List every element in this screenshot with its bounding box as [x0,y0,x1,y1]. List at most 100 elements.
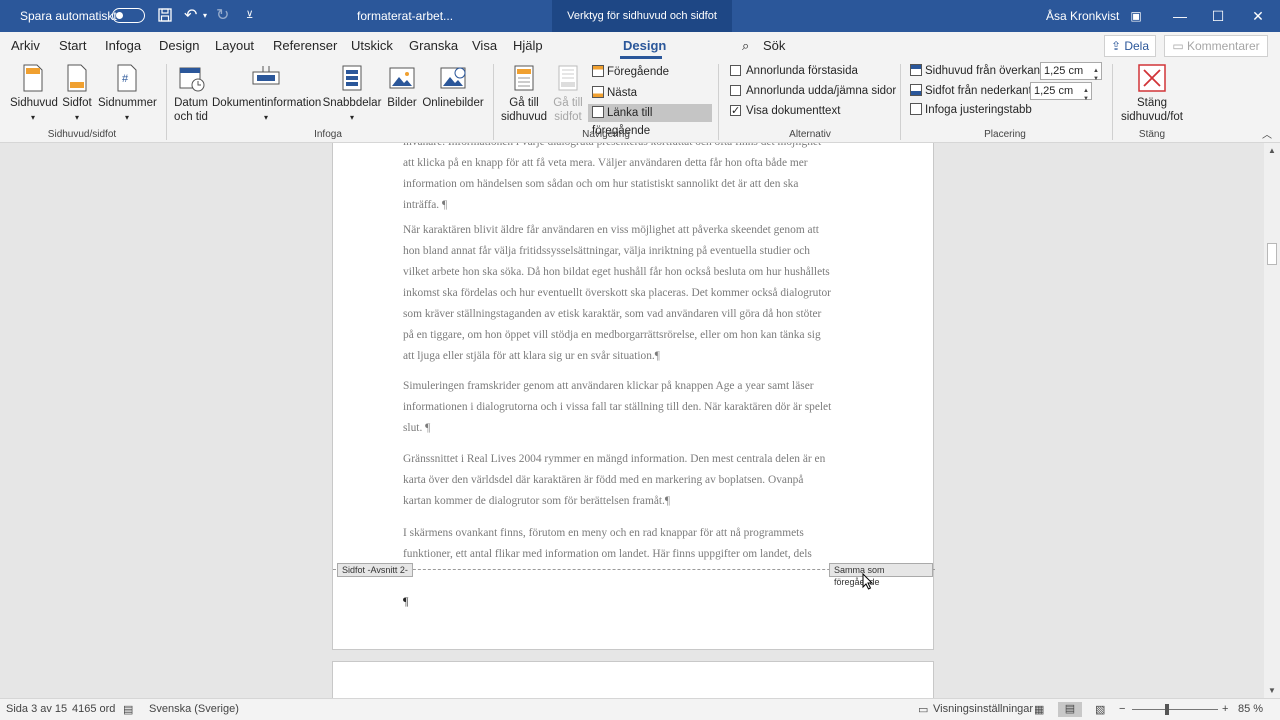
word-count[interactable]: 4165 ord [72,703,115,715]
tab-visa[interactable]: Visa [472,38,497,53]
display-settings-button[interactable]: Visningsinställningar [933,703,1033,715]
tab-referenser[interactable]: Referenser [273,38,337,53]
search-box[interactable]: Sök [763,38,785,53]
quick-parts-label: Snabbdelar [322,97,382,109]
vertical-scrollbar[interactable]: ▲ ▼ [1264,143,1280,698]
read-mode-icon[interactable]: ▦ [1034,703,1044,716]
close-window-icon[interactable]: ✕ [1238,0,1278,32]
different-first-page-checkbox[interactable]: Annorlunda förstasida [730,62,858,80]
web-layout-icon[interactable]: ▧ [1095,703,1105,716]
zoom-out-icon[interactable]: − [1119,703,1125,715]
different-odd-even-label: Annorlunda udda/jämna sidor [746,85,897,97]
go-to-header-button[interactable]: Gå till sidhuvud [500,64,548,124]
autosave-toggle[interactable] [112,8,145,23]
date-time-label-1: Datum [174,97,208,109]
group-label-insert: Infoga [314,129,342,140]
go-to-footer-button[interactable]: Gå till sidfot [550,64,586,124]
footer-from-bottom-input[interactable]: 1,25 cm ▲ ▼ [1030,82,1092,102]
different-odd-even-checkbox[interactable]: Annorlunda udda/jämna sidor [730,82,896,100]
language[interactable]: Svenska (Sverige) [149,703,239,715]
customize-qat-icon[interactable]: ⊻ [246,0,253,32]
document-area: invånare. Informationen i varje dialogru… [0,143,1264,698]
undo-dropdown-icon[interactable]: ▾ [203,0,207,32]
minimize-icon[interactable]: — [1160,0,1200,32]
scroll-up-icon[interactable]: ▲ [1268,146,1276,155]
zoom-level[interactable]: 85 % [1238,703,1263,715]
paragraph: Simuleringen framskrider genom att använ… [403,376,865,439]
online-pictures-button[interactable]: Onlinebilder [422,64,484,110]
page-number-icon: # [117,64,137,92]
ribbon-tabs: Arkiv Start Infoga Design Layout Referen… [0,32,1280,60]
show-document-text-checkbox[interactable]: Visa dokumenttext [730,102,840,120]
status-bar: Sida 3 av 15 4165 ord ▤ Svenska (Sverige… [0,698,1280,720]
quick-parts-button[interactable]: Snabbdelar ▾ [322,64,382,125]
tab-layout[interactable]: Layout [215,38,254,53]
text-line: inträffa. ¶ [403,199,448,211]
go-to-footer-label-1: Gå till [553,97,583,109]
header-from-top-value: 1,25 cm [1044,65,1084,77]
title-bar: Spara automatiskt ↶ ▾ ↻ ⊻ formaterat-arb… [0,0,1280,32]
next-document-page[interactable] [332,661,934,698]
ribbon-display-options-icon[interactable]: ▣ [1116,0,1156,32]
previous-icon [592,65,604,77]
spin-down-icon[interactable]: ▼ [1093,71,1099,87]
insert-alignment-tab-label: Infoga justeringstabb [925,104,1032,116]
share-icon: ⇪ [1110,39,1125,53]
maximize-icon[interactable]: ☐ [1198,0,1238,32]
footer-button[interactable]: Sidfot ▾ [60,64,94,125]
redo-icon[interactable]: ↻ [216,0,229,32]
close-label-1: Stäng [1136,97,1168,109]
tab-design[interactable]: Design [159,38,199,53]
share-button[interactable]: ⇪ Dela [1104,35,1156,57]
pictures-button[interactable]: Bilder [384,64,420,110]
save-icon[interactable] [158,0,172,32]
text-line: I skärmens ovankant finns, förutom en me… [403,527,804,539]
tab-header-footer-design[interactable]: Design [623,38,666,53]
link-to-previous-button[interactable]: Länka till föregående [588,104,712,137]
text-line: på en tiggare, om hon öppet vill stödja … [403,329,821,341]
go-to-header-icon [514,65,534,91]
tab-infoga[interactable]: Infoga [105,38,141,53]
collapse-ribbon-icon[interactable]: ︿ [1262,126,1272,141]
display-settings-icon: ▭ [918,704,929,716]
page-number-button[interactable]: # Sidnummer ▾ [98,64,157,125]
print-layout-icon[interactable]: ▤ [1058,702,1082,717]
proofing-icon[interactable]: ▤ [123,703,133,716]
tab-start[interactable]: Start [59,38,86,53]
document-info-button[interactable]: Dokumentinformation ▾ [212,64,321,125]
tab-hjalp[interactable]: Hjälp [513,38,543,53]
document-info-icon [252,66,280,85]
zoom-slider-track[interactable] [1132,709,1218,710]
text-line: att ljuga eller stjäla för att klara sig… [403,350,660,362]
footer-paragraph-mark[interactable]: ¶ [403,594,408,609]
zoom-in-icon[interactable]: + [1222,703,1228,715]
scroll-down-icon[interactable]: ▼ [1268,686,1276,695]
next-button[interactable]: Nästa [592,84,637,102]
tab-granska[interactable]: Granska [409,38,458,53]
insert-alignment-tab-button[interactable]: Infoga justeringstabb [910,101,1032,119]
header-button[interactable]: Sidhuvud ▾ [10,64,58,125]
zoom-slider-thumb[interactable] [1165,704,1169,715]
tab-utskick[interactable]: Utskick [351,38,393,53]
page-number-label: Sidnummer [98,97,157,109]
search-icon[interactable]: ⌕ [742,38,749,54]
group-separator [1112,64,1113,140]
header-from-top-input[interactable]: 1,25 cm ▲ ▼ [1040,62,1102,82]
date-time-button[interactable]: Datum och tid [172,64,210,124]
footer-from-bottom-label: Sidfot från nederkant: [925,85,1035,97]
tab-arkiv[interactable]: Arkiv [11,38,40,53]
quick-parts-icon [342,65,362,91]
footer-from-bottom-label-wrap: Sidfot från nederkant: [910,82,1035,100]
document-page[interactable]: invånare. Informationen i varje dialogru… [332,143,935,650]
comments-button[interactable]: ▭ Kommentarer [1164,35,1268,57]
user-name[interactable]: Åsa Kronkvist [1046,0,1119,32]
page-count[interactable]: Sida 3 av 15 [6,703,67,715]
spin-down-icon[interactable]: ▼ [1083,91,1089,107]
online-pictures-label: Onlinebilder [422,97,484,109]
group-label-close: Stäng [1138,129,1166,140]
close-header-footer-button[interactable]: Stäng sidhuvud/fot [1118,64,1186,124]
scrollbar-thumb[interactable] [1267,243,1277,265]
undo-icon[interactable]: ↶ [184,0,197,32]
previous-button[interactable]: Föregående [592,63,669,81]
checkbox-box [730,85,741,96]
